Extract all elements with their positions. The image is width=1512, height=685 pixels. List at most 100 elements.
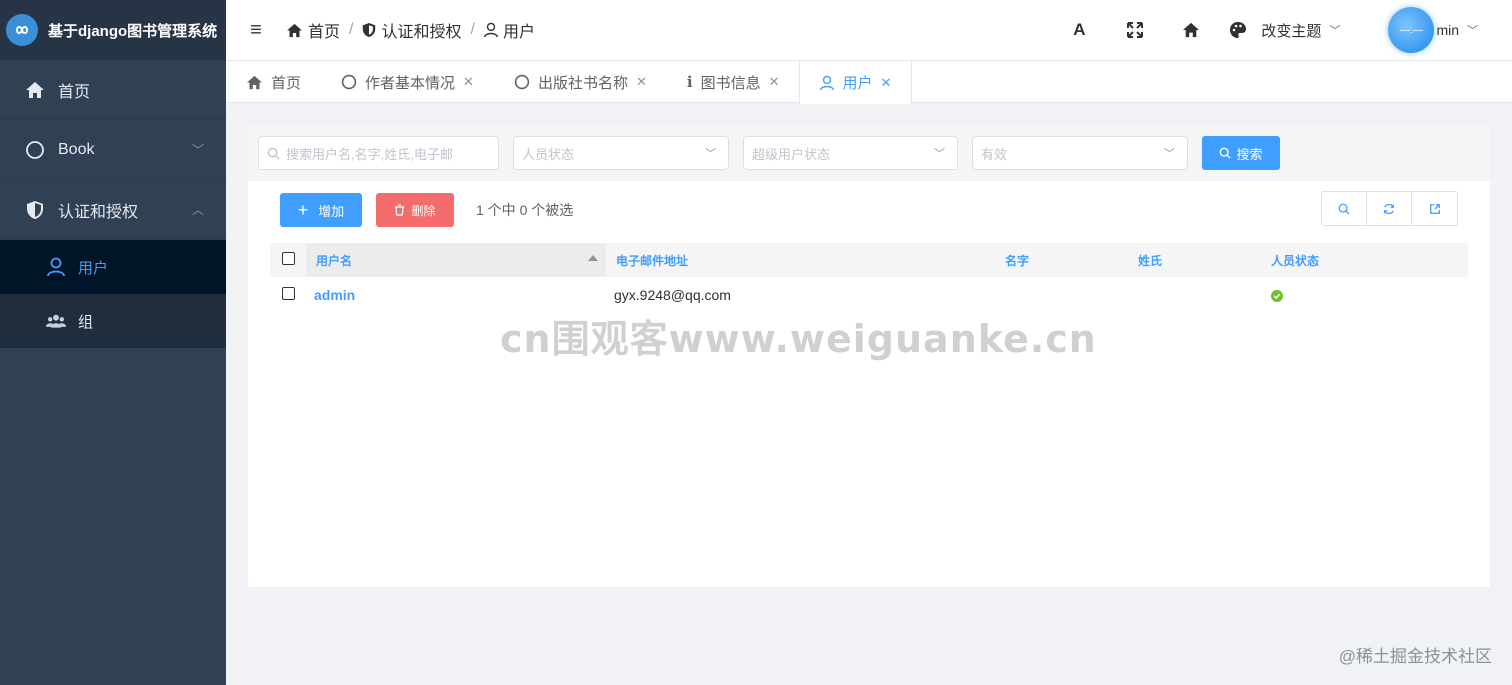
user-icon	[46, 257, 66, 277]
shield-icon	[24, 199, 46, 221]
tab-bar: 首页 作者基本情况 ✕ 出版社书名称 ✕ i 图书信息 ✕ 用户 ✕	[226, 61, 1512, 104]
tab-authors[interactable]: 作者基本情况 ✕	[321, 61, 494, 103]
chevron-down-icon: ﹀	[705, 148, 716, 160]
plus-icon: +	[297, 200, 309, 220]
search-icon	[1219, 147, 1232, 159]
sidebar-item-groups[interactable]: 组	[0, 294, 226, 348]
sidebar-item-users[interactable]: 用户	[0, 240, 226, 294]
delete-button-label: 删除	[411, 203, 436, 218]
column-label: 电子邮件地址	[616, 253, 689, 268]
app-title: 基于django图书管理系统	[48, 22, 218, 40]
close-icon[interactable]: ✕	[769, 74, 780, 90]
sidebar-item-label: 首页	[58, 83, 91, 101]
sidebar-item-auth[interactable]: 认证和授权 ︿	[0, 180, 226, 240]
logo-icon	[6, 14, 38, 46]
column-label: 用户名	[316, 253, 353, 268]
tab-publishers[interactable]: 出版社书名称 ✕	[494, 61, 667, 103]
table-tools	[1321, 191, 1458, 226]
breadcrumb-users: 用户	[484, 18, 535, 42]
table-header-row: 用户名 电子邮件地址 名字 姓氏 人员状态	[270, 243, 1468, 277]
username-link[interactable]: admin	[314, 287, 355, 303]
theme-label: 改变主题	[1261, 22, 1322, 40]
select-all-checkbox[interactable]	[281, 252, 295, 265]
user-icon	[820, 75, 835, 91]
column-username[interactable]: 用户名	[306, 243, 606, 277]
sort-asc-icon	[588, 255, 598, 261]
column-label: 名字	[1005, 253, 1030, 268]
close-icon[interactable]: ✕	[463, 74, 474, 90]
column-email[interactable]: 电子邮件地址	[606, 243, 1000, 277]
export-icon[interactable]	[1412, 192, 1457, 225]
breadcrumb-home[interactable]: 首页	[286, 18, 340, 42]
circle-icon	[341, 74, 357, 90]
cell-staff-status	[1266, 277, 1468, 313]
staff-status-select[interactable]: 人员状态 ﹀	[513, 136, 729, 170]
search-icon	[267, 147, 280, 160]
cell-last-name	[1133, 277, 1266, 313]
chevron-down-icon: ﹀	[1467, 25, 1478, 37]
column-staff-status[interactable]: 人员状态	[1266, 243, 1468, 277]
tab-label: 首页	[271, 74, 302, 92]
circle-icon	[24, 139, 46, 161]
tab-books[interactable]: i 图书信息 ✕	[667, 61, 800, 103]
add-button-label: 增加	[318, 203, 345, 219]
sidebar-item-label: 组	[78, 313, 94, 331]
info-icon: i	[686, 73, 693, 91]
column-first-name[interactable]: 名字	[1000, 243, 1133, 277]
row-checkbox[interactable]	[281, 287, 295, 300]
sidebar: 基于django图书管理系统 首页 Book ﹀ 认证和授权 ︿ 用户 组	[0, 0, 226, 685]
tab-label: 出版社书名称	[537, 74, 628, 92]
user-menu[interactable]: —:— min ﹀	[1388, 7, 1478, 53]
search-placeholder: 搜索用户名,名字,姓氏,电子邮	[286, 146, 453, 162]
breadcrumb-separator: /	[349, 21, 354, 38]
select-placeholder: 超级用户状态	[752, 146, 831, 162]
app-brand[interactable]: 基于django图书管理系统	[0, 0, 226, 60]
user-icon	[484, 22, 498, 38]
home-icon	[246, 75, 263, 90]
breadcrumb-auth[interactable]: 认证和授权	[362, 18, 461, 42]
breadcrumb-label: 用户	[502, 24, 535, 41]
change-theme-dropdown[interactable]: 改变主题 ﹀	[1229, 20, 1340, 41]
tab-users[interactable]: 用户 ✕	[799, 61, 913, 104]
top-navbar: ≡ 首页 / 认证和授权 / 用户 A 改变主题 ﹀ —:— min ﹀	[226, 0, 1512, 61]
chevron-up-icon: ︿	[191, 203, 204, 217]
select-placeholder: 有效	[981, 146, 1008, 162]
menu-toggle-icon[interactable]: ≡	[226, 19, 286, 42]
trash-icon	[394, 204, 405, 216]
footer-watermark: @稀土掘金技术社区	[1338, 647, 1492, 666]
action-bar: + 增加 删除 1 个中 0 个被选	[248, 181, 1490, 239]
header-actions: A 改变主题 ﹀ —:— min ﹀	[1051, 0, 1512, 60]
fullscreen-icon[interactable]	[1107, 22, 1163, 38]
shield-icon	[362, 22, 376, 38]
filter-bar: 搜索用户名,名字,姓氏,电子邮 人员状态 ﹀ 超级用户状态 ﹀ 有效 ﹀ 搜索	[248, 125, 1490, 181]
auth-submenu: 用户 组	[0, 240, 226, 348]
delete-button[interactable]: 删除	[376, 193, 454, 227]
tab-label: 用户	[842, 75, 873, 92]
search-icon[interactable]	[1322, 192, 1367, 225]
tab-label: 图书信息	[700, 74, 761, 92]
palette-icon	[1229, 21, 1247, 39]
home-icon[interactable]	[1163, 22, 1219, 38]
font-size-button[interactable]: A	[1051, 20, 1107, 40]
tab-home[interactable]: 首页	[226, 61, 321, 103]
sidebar-item-book[interactable]: Book ﹀	[0, 120, 226, 180]
close-icon[interactable]: ✕	[636, 74, 647, 90]
add-button[interactable]: + 增加	[280, 193, 362, 227]
user-name: min	[1436, 22, 1459, 38]
users-icon	[46, 311, 66, 331]
search-input[interactable]: 搜索用户名,名字,姓氏,电子邮	[258, 136, 499, 170]
active-status-select[interactable]: 有效 ﹀	[972, 136, 1188, 170]
superuser-status-select[interactable]: 超级用户状态 ﹀	[743, 136, 958, 170]
select-all-cell	[270, 243, 306, 277]
search-button-label: 搜索	[1236, 146, 1263, 162]
tab-label: 作者基本情况	[365, 74, 456, 92]
search-button[interactable]: 搜索	[1202, 136, 1280, 170]
sidebar-item-home[interactable]: 首页	[0, 60, 226, 120]
refresh-icon[interactable]	[1367, 192, 1412, 225]
column-label: 人员状态	[1271, 253, 1320, 268]
breadcrumb-separator: /	[470, 21, 475, 38]
column-last-name[interactable]: 姓氏	[1133, 243, 1266, 277]
sidebar-item-label: 认证和授权	[58, 203, 139, 221]
home-icon	[24, 79, 46, 101]
close-icon[interactable]: ✕	[881, 75, 892, 91]
